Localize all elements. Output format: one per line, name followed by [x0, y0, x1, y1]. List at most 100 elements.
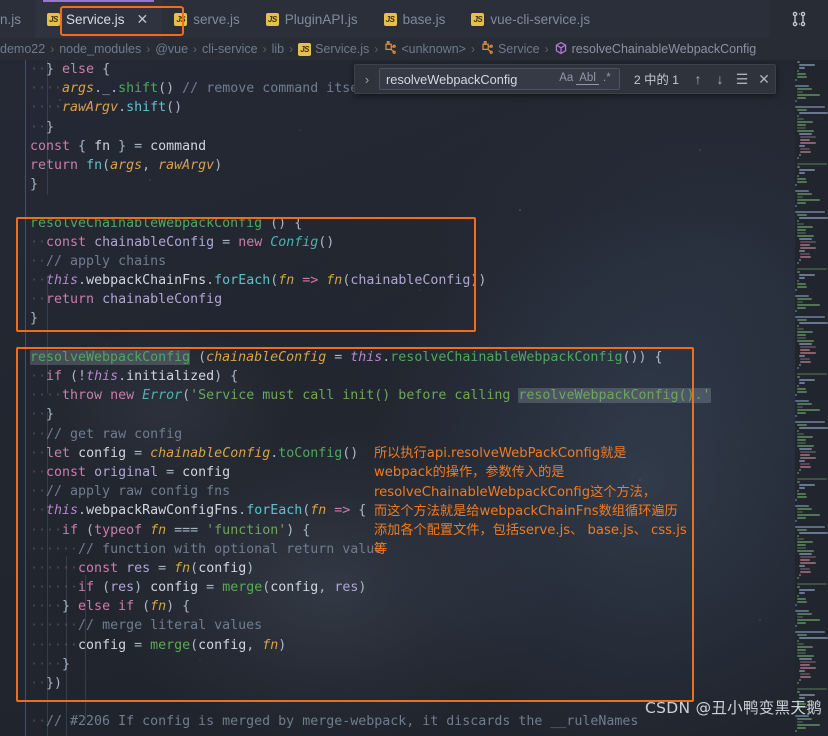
tab-service-js[interactable]: JS Service.js ✕	[35, 0, 163, 38]
tab-serve-js[interactable]: JS serve.js	[162, 0, 254, 38]
minimap-line-bar	[796, 510, 804, 513]
minimap-line-bar	[796, 366, 799, 369]
minimap-line-bar	[796, 267, 827, 270]
minimap-line-bar	[800, 360, 812, 363]
minimap-line-bar	[798, 486, 805, 489]
minimap-line-bar	[800, 561, 816, 564]
minimap-line-bar	[796, 180, 807, 183]
minimap-line-bar	[796, 540, 814, 543]
whole-words-icon[interactable]: Abl	[576, 72, 599, 86]
minimap-line-bar	[796, 225, 814, 228]
tab-label: PluginAPI.js	[284, 11, 358, 27]
js-file-icon: JS	[47, 12, 61, 26]
minimap-line-bar	[796, 615, 804, 618]
close-icon[interactable]: ✕	[137, 12, 149, 26]
tab-bar-filler	[604, 0, 770, 38]
chevron-right-icon: ›	[50, 42, 55, 56]
breadcrumb-label: demo22	[0, 42, 46, 56]
minimap-line-bar	[796, 324, 799, 327]
code-minimap[interactable]	[795, 60, 828, 736]
find-close-icon[interactable]: ✕	[753, 71, 775, 88]
minimap-line-bar	[800, 453, 810, 456]
minimap-line-bar	[796, 96, 807, 99]
minimap-line-bar	[798, 459, 806, 462]
minimap-line-bar	[796, 69, 799, 72]
minimap-line-bar	[800, 351, 816, 354]
breadcrumb-item-cli-service[interactable]: cli-service	[202, 42, 258, 56]
find-previous-icon[interactable]: ↑	[687, 71, 709, 87]
minimap-line-bar	[796, 489, 799, 492]
minimap-line-bar	[796, 597, 807, 600]
minimap-line-bar	[798, 66, 805, 69]
minimap-line-bar	[796, 72, 807, 75]
minimap-line-bar	[798, 468, 801, 471]
tab-base-js[interactable]: JS base.js	[372, 0, 460, 38]
minimap-line-bar	[796, 177, 807, 180]
breadcrumb-item-service-js[interactable]: JS Service.js	[298, 42, 369, 56]
chevron-right-icon: ›	[193, 42, 198, 56]
minimap-line-bar	[796, 681, 799, 684]
breadcrumb-item-lib[interactable]: lib	[272, 42, 285, 56]
find-input-wrapper[interactable]: Aa Abl .*	[379, 68, 620, 90]
breadcrumb-item-service-class[interactable]: Service	[480, 40, 540, 58]
editor-tab-bar[interactable]: n.js JS Service.js ✕ JS serve.js JS Plug…	[0, 0, 828, 38]
breadcrumb[interactable]: demo22 › node_modules › @vue › cli-servi…	[0, 38, 828, 60]
minimap-line-bar	[796, 387, 807, 390]
find-next-icon[interactable]: ↓	[709, 71, 731, 87]
minimap-line-bar	[795, 84, 810, 87]
branch-icon[interactable]	[791, 11, 807, 27]
minimap-line-bar	[798, 132, 812, 135]
minimap-line-bar	[796, 108, 807, 111]
tab-bar-actions[interactable]	[770, 0, 828, 38]
tab-pluginapi-js[interactable]: JS PluginAPI.js	[254, 0, 372, 38]
breadcrumb-item-node-modules[interactable]: node_modules	[59, 42, 141, 56]
tab-partial-left[interactable]: n.js	[0, 0, 35, 38]
find-toolbar[interactable]: › Aa Abl .* 2 中的 1 ↑ ↓ ☰ ✕	[354, 64, 776, 94]
minimap-line-bar	[795, 525, 825, 528]
source-code[interactable]: ··} else {····args._.shift() // remove c…	[0, 60, 711, 732]
watermark: CSDN @丑小鸭变黑天鹅	[644, 699, 822, 717]
minimap-line-bar	[798, 276, 805, 279]
find-filter-icon[interactable]: ☰	[731, 71, 753, 88]
tab-vue-cli-service-js[interactable]: JS vue-cli-service.js	[459, 0, 604, 38]
annotation-note-text: 所以执行api.resolveWebPackConfig就是 webpack的操…	[374, 446, 687, 558]
minimap-line-bar	[796, 408, 820, 411]
breadcrumb-label: resolveChainableWebpackConfig	[571, 42, 757, 56]
minimap-line-bar	[796, 117, 804, 120]
breadcrumb-label: Service.js	[315, 42, 370, 56]
minimap-line-bar	[795, 519, 797, 522]
breadcrumb-label: lib	[271, 42, 285, 56]
minimap-line-bar	[800, 150, 812, 153]
minimap-line-bar	[798, 354, 806, 357]
minimap-line-bar	[796, 423, 807, 426]
breadcrumb-item-demo22[interactable]: demo22	[0, 42, 45, 56]
minimap-line-bar	[795, 309, 797, 312]
minimap-line-bar	[796, 114, 799, 117]
breadcrumb-item-resolve-chainable-webpack-config[interactable]: resolveChainableWebpackConfig	[554, 41, 757, 58]
regex-icon[interactable]: .*	[599, 73, 615, 85]
breadcrumb-item-unknown[interactable]: <unknown>	[383, 40, 466, 58]
minimap-line-bar	[796, 507, 812, 510]
expand-find-options-icon[interactable]: ›	[355, 72, 379, 87]
match-case-icon[interactable]: Aa	[556, 73, 576, 85]
minimap-line-bar	[800, 675, 812, 678]
minimap-line-bar	[795, 630, 825, 633]
minimap-line-bar	[796, 690, 801, 693]
minimap-line-bar	[795, 294, 810, 297]
minimap-line-bar	[796, 285, 807, 288]
minimap-line-bar	[796, 687, 827, 690]
minimap-line-bar	[796, 303, 820, 306]
minimap-line-bar	[798, 381, 805, 384]
minimap-line-bar	[796, 537, 804, 540]
minimap-line-bar	[796, 90, 804, 93]
breadcrumb-label: node_modules	[59, 42, 142, 56]
minimap-line-bar	[796, 390, 807, 393]
breadcrumb-item-vue[interactable]: @vue	[155, 42, 188, 56]
search-input[interactable]	[386, 71, 557, 87]
match-count-label: 2 中的 1	[633, 73, 679, 87]
code-editor[interactable]: ··} else {····args._.shift() // remove c…	[0, 60, 795, 736]
minimap-line-bar	[798, 447, 812, 450]
minimap-line-bar	[798, 249, 806, 252]
tab-label: vue-cli-service.js	[490, 11, 591, 27]
minimap-line-bar	[796, 543, 807, 546]
